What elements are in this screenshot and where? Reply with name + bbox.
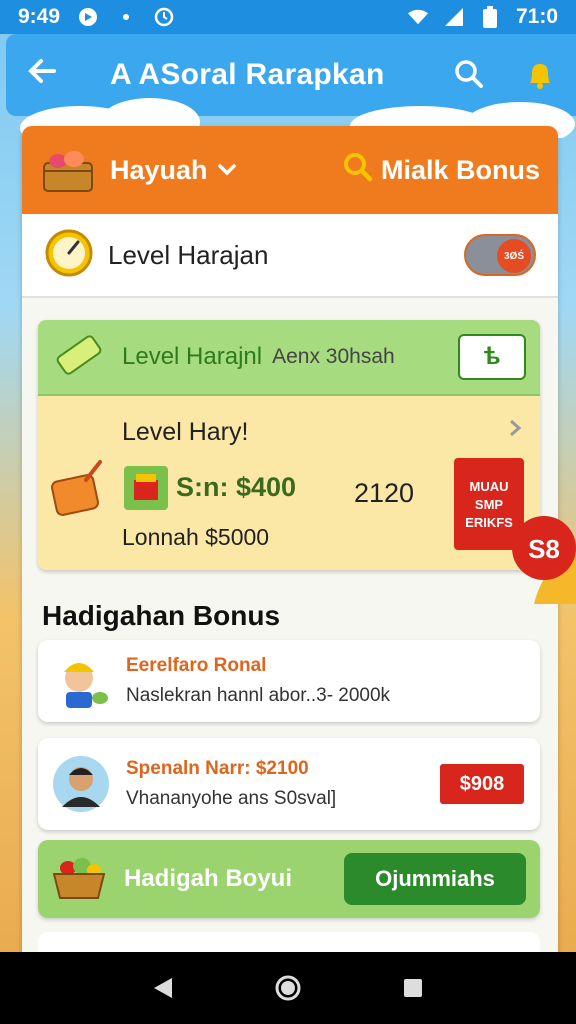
back-arrow-icon[interactable]	[26, 55, 66, 96]
promo-header: Level Harajnl Aenx 30hsah ѣ	[38, 320, 540, 396]
section-title: Hadigahan Bonus	[42, 600, 281, 631]
back-nav-icon[interactable]	[149, 974, 177, 1002]
list-item-title: Eerelfaro Ronal	[126, 655, 267, 676]
bottom-promo: Hadigah Boyui Ojummiahs	[38, 840, 540, 918]
promo-number: 2120	[354, 478, 415, 508]
card-header: Hayuah Mialk Bonus	[22, 126, 558, 214]
chevron-right-icon[interactable]	[508, 418, 522, 444]
wifi-icon	[407, 7, 428, 27]
chevron-down-icon[interactable]	[217, 157, 236, 183]
signal-icon	[444, 7, 464, 27]
toggle-knob: 3ØŚ	[497, 239, 531, 273]
status-time: 9:49	[18, 5, 61, 28]
list-item-title: Spenaln Narr: $2100	[126, 758, 309, 779]
bonus-label: Mialk Bonus	[380, 154, 540, 185]
search-icon[interactable]	[454, 59, 486, 91]
recents-nav-icon[interactable]	[399, 974, 427, 1002]
battery-icon	[480, 6, 500, 28]
promo-header-sub: Aenx 30hsah	[272, 345, 395, 368]
fruit-basket-icon	[52, 854, 106, 905]
list-item-subtitle: Vhananyohe ans S0sval]	[126, 788, 337, 809]
promo-footer: Lonnah $5000	[122, 524, 270, 550]
red-button-line-1: MUAU	[469, 478, 509, 494]
list-item-subtitle: Naslekran hannl abor..3- 2000k	[126, 685, 391, 706]
app-title: A ASoral Rarapkan	[110, 58, 385, 91]
system-nav-bar	[0, 952, 576, 1024]
basket-icon	[40, 145, 96, 195]
man-avatar-icon	[52, 755, 110, 813]
worker-avatar-icon	[52, 652, 110, 710]
box-icon	[124, 466, 168, 510]
ticket-icon	[52, 331, 106, 384]
price-tag[interactable]: $908	[440, 764, 524, 804]
list-item[interactable]: Eerelfaro Ronal Naslekran hannl abor..3-…	[38, 640, 540, 722]
promo-title: Level Hary!	[122, 418, 249, 446]
promo-body: Level Hary! S:n: $400 2120 MUAU SMP ERIK…	[38, 396, 540, 570]
bonus-search-button[interactable]: Mialk Bonus	[343, 152, 540, 189]
bottom-promo-button[interactable]: Ojummiahs	[344, 853, 526, 905]
promo-card[interactable]: Level Harajnl Aenx 30hsah ѣ Level Hary! …	[38, 320, 540, 570]
promo-header-button[interactable]: ѣ	[458, 334, 526, 380]
level-toggle[interactable]: 3ØŚ	[464, 234, 536, 276]
list-item[interactable]: Spenaln Narr: $2100 Vhananyohe ans S0sva…	[38, 738, 540, 830]
battery-text: 71:0	[515, 5, 558, 28]
promo-price: S:n: $400	[176, 472, 297, 502]
clock-icon	[154, 7, 174, 27]
bell-icon[interactable]	[524, 59, 556, 91]
main-card: Hayuah Mialk Bonus Level Harajan 3ØŚ Lev…	[22, 126, 558, 966]
gauge-icon	[44, 228, 94, 283]
dot-icon	[116, 7, 136, 27]
gift-icon	[50, 458, 104, 518]
search-icon	[343, 152, 373, 189]
bottom-promo-label: Hadigah Boyui	[124, 865, 293, 892]
category-dropdown[interactable]: Hayuah	[110, 155, 208, 186]
promo-header-label: Level Harajnl	[122, 343, 263, 370]
level-label: Level Harajan	[108, 239, 269, 270]
red-button-line-2: SMP	[474, 496, 504, 512]
bonus-badge[interactable]: S8	[504, 514, 576, 604]
home-nav-icon[interactable]	[274, 974, 302, 1002]
bonus-badge-text: S8	[528, 534, 560, 564]
app-notification-icon	[78, 7, 98, 27]
status-bar: 9:49 71:0	[0, 0, 576, 34]
level-row: Level Harajan 3ØŚ	[22, 214, 558, 298]
